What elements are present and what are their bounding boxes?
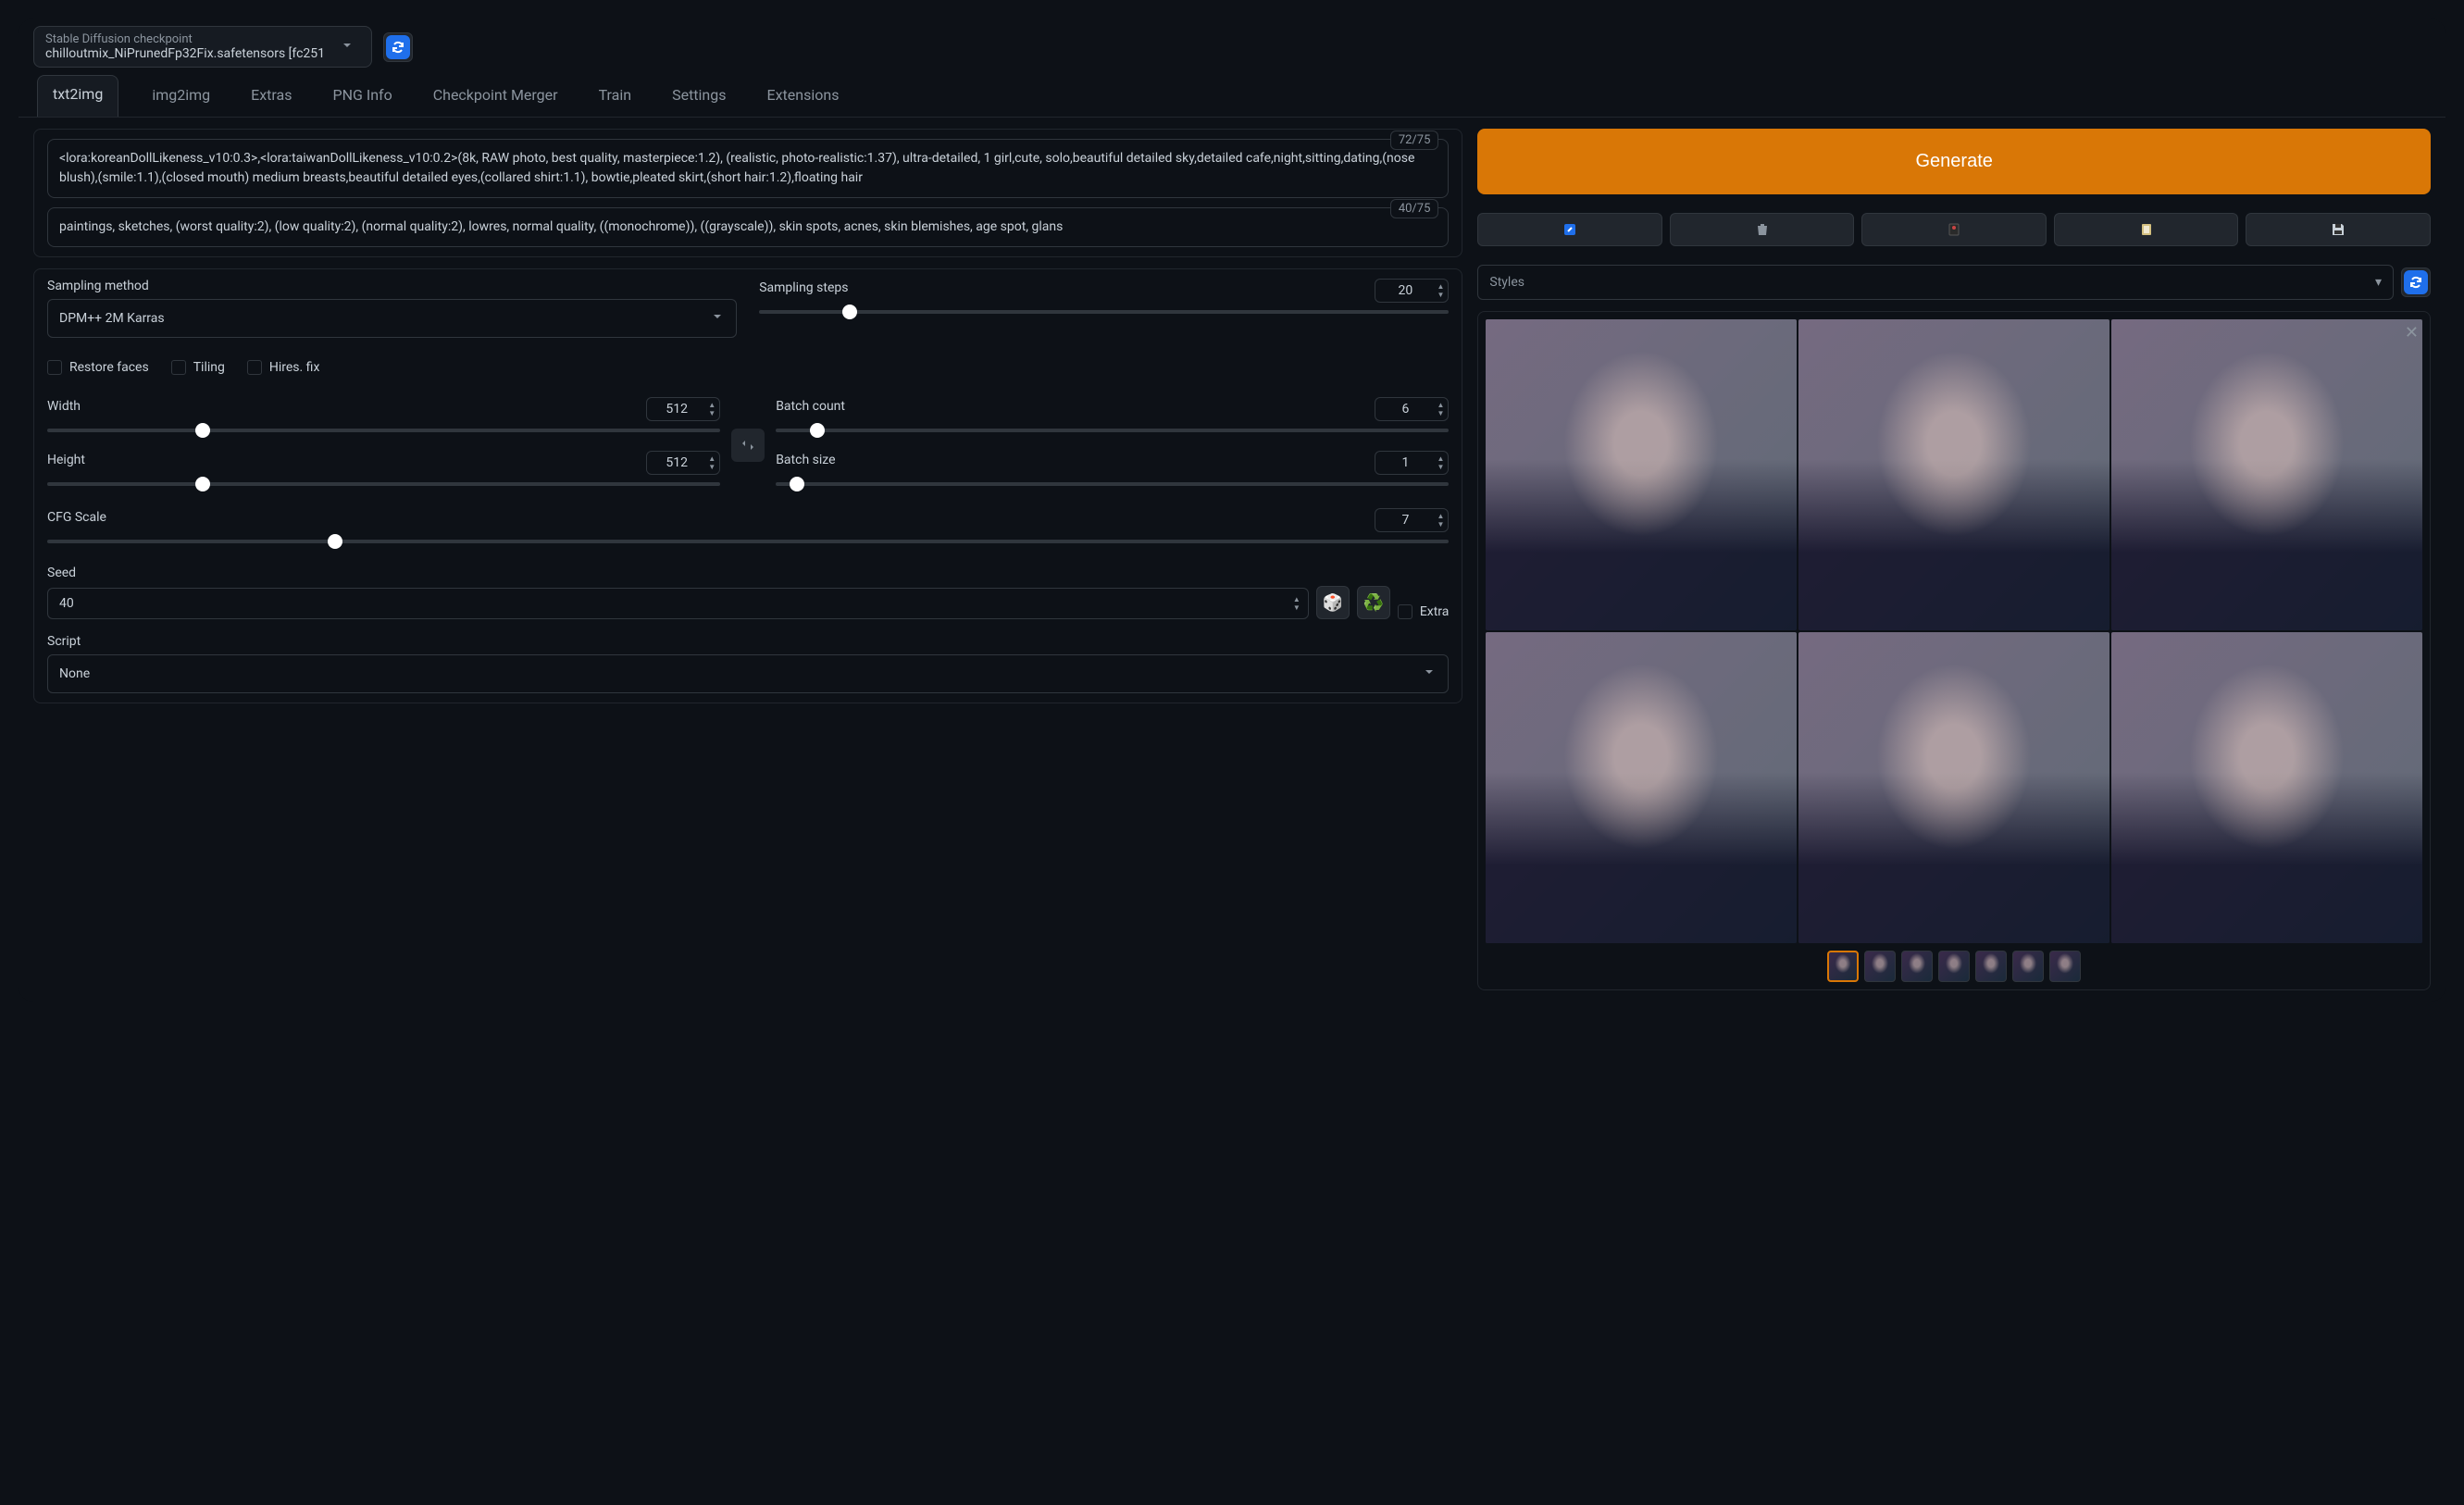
tiling-checkbox[interactable]: Tiling	[171, 360, 225, 375]
save-style-button[interactable]	[2246, 213, 2431, 246]
gallery-image[interactable]	[2111, 319, 2422, 630]
tab-train[interactable]: Train	[591, 75, 640, 117]
positive-prompt-input[interactable]: 72/75 <lora:koreanDollLikeness_v10:0.3>,…	[47, 139, 1449, 198]
hires-fix-checkbox[interactable]: Hires. fix	[247, 360, 320, 375]
gallery-image[interactable]	[1798, 319, 2109, 630]
arrow-corner-icon	[1562, 222, 1577, 237]
positive-prompt-text: <lora:koreanDollLikeness_v10:0.3>,<lora:…	[59, 149, 1437, 188]
negative-prompt-input[interactable]: 40/75 paintings, sketches, (worst qualit…	[47, 207, 1449, 247]
card-icon	[1947, 222, 1961, 237]
close-icon[interactable]: ✕	[2405, 323, 2419, 342]
tab-extras[interactable]: Extras	[243, 75, 299, 117]
chevron-down-icon	[710, 309, 725, 328]
height-label: Height	[47, 453, 85, 467]
output-gallery: ✕	[1477, 311, 2431, 990]
sampling-steps-label: Sampling steps	[759, 280, 848, 295]
stepper-icon[interactable]: ▲▼	[1437, 401, 1444, 417]
interrogate-button[interactable]	[1477, 213, 1662, 246]
cfg-scale-slider[interactable]	[47, 532, 1449, 551]
seed-input[interactable]: 40 ▲▼	[47, 588, 1309, 619]
checkpoint-label: Stable Diffusion checkpoint	[45, 32, 325, 46]
seed-label: Seed	[47, 566, 1449, 580]
thumbnail[interactable]	[2049, 951, 2081, 982]
height-input[interactable]: 512 ▲▼	[646, 451, 720, 475]
trash-icon	[1755, 222, 1770, 237]
negative-token-count: 40/75	[1390, 199, 1439, 218]
gallery-image[interactable]	[1798, 632, 2109, 943]
script-select[interactable]: None	[47, 654, 1449, 693]
batch-size-label: Batch size	[776, 453, 835, 467]
cfg-scale-input[interactable]: 7 ▲▼	[1375, 508, 1449, 532]
thumbnail[interactable]	[1975, 951, 2007, 982]
thumbnail[interactable]	[1827, 951, 1859, 982]
cfg-scale-label: CFG Scale	[47, 510, 106, 525]
stepper-icon[interactable]: ▲▼	[1437, 512, 1444, 529]
positive-token-count: 72/75	[1390, 131, 1439, 150]
batch-count-slider[interactable]	[776, 421, 1449, 440]
clear-prompt-button[interactable]	[1670, 213, 1855, 246]
batch-count-input[interactable]: 6 ▲▼	[1375, 397, 1449, 421]
chevron-down-icon[interactable]	[334, 38, 360, 56]
stepper-icon[interactable]: ▲▼	[708, 401, 716, 417]
thumbnail[interactable]	[2012, 951, 2044, 982]
chevron-down-icon	[1422, 665, 1437, 683]
tab-png-info[interactable]: PNG Info	[325, 75, 399, 117]
random-seed-button[interactable]: 🎲	[1316, 586, 1350, 619]
gallery-image[interactable]	[1486, 632, 1797, 943]
main-tabs: txt2img img2img Extras PNG Info Checkpoi…	[19, 75, 2445, 118]
sampling-method-label: Sampling method	[47, 279, 737, 293]
refresh-checkpoint-button[interactable]	[383, 32, 413, 62]
styles-select[interactable]: Styles ▾	[1477, 265, 2394, 300]
thumbnail[interactable]	[1864, 951, 1896, 982]
batch-size-slider[interactable]	[776, 475, 1449, 493]
tab-extensions[interactable]: Extensions	[760, 75, 847, 117]
extra-networks-button[interactable]	[1861, 213, 2047, 246]
script-label: Script	[47, 634, 1449, 649]
negative-prompt-text: paintings, sketches, (worst quality:2), …	[59, 218, 1437, 237]
restore-faces-checkbox[interactable]: Restore faces	[47, 360, 149, 375]
tab-settings[interactable]: Settings	[665, 75, 733, 117]
stepper-icon[interactable]: ▲▼	[708, 454, 716, 471]
tab-img2img[interactable]: img2img	[144, 75, 218, 117]
gallery-image[interactable]	[1486, 319, 1797, 630]
reuse-seed-button[interactable]: ♻️	[1357, 586, 1390, 619]
generate-button[interactable]: Generate	[1477, 129, 2431, 194]
thumbnail[interactable]	[1901, 951, 1933, 982]
refresh-icon	[2408, 275, 2423, 290]
clipboard-icon	[2139, 222, 2154, 237]
batch-count-label: Batch count	[776, 399, 845, 414]
tab-checkpoint-merger[interactable]: Checkpoint Merger	[426, 75, 566, 117]
apply-styles-button[interactable]	[2401, 267, 2431, 297]
stepper-icon[interactable]: ▲▼	[1437, 282, 1444, 299]
thumbnail-strip	[1486, 951, 2422, 982]
swap-icon	[740, 438, 755, 453]
width-slider[interactable]	[47, 421, 720, 440]
height-slider[interactable]	[47, 475, 720, 493]
swap-dimensions-button[interactable]	[731, 429, 765, 462]
batch-size-input[interactable]: 1 ▲▼	[1375, 451, 1449, 475]
stepper-icon[interactable]: ▲▼	[1293, 595, 1300, 612]
sampling-steps-slider[interactable]	[759, 303, 1449, 321]
refresh-icon	[391, 40, 405, 55]
width-input[interactable]: 512 ▲▼	[646, 397, 720, 421]
width-label: Width	[47, 399, 81, 414]
stepper-icon[interactable]: ▲▼	[1437, 454, 1444, 471]
tab-txt2img[interactable]: txt2img	[37, 75, 118, 117]
paste-button[interactable]	[2054, 213, 2239, 246]
checkpoint-value: chilloutmix_NiPrunedFp32Fix.safetensors …	[45, 46, 325, 61]
seed-extra-checkbox[interactable]: Extra	[1398, 604, 1450, 619]
save-icon	[2331, 222, 2346, 237]
sampling-method-select[interactable]: DPM++ 2M Karras	[47, 299, 737, 338]
chevron-down-icon: ▾	[2375, 275, 2382, 290]
sampling-steps-input[interactable]: 20 ▲▼	[1375, 279, 1449, 303]
thumbnail[interactable]	[1938, 951, 1970, 982]
checkpoint-selector[interactable]: Stable Diffusion checkpoint chilloutmix_…	[33, 26, 372, 68]
gallery-image[interactable]	[2111, 632, 2422, 943]
